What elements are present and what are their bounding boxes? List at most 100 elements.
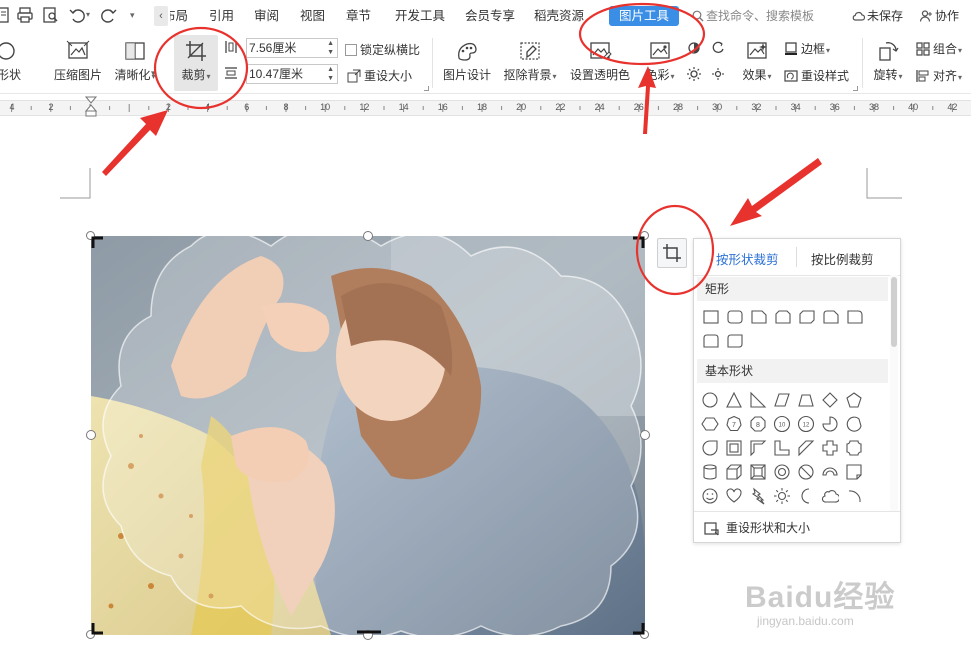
crop-corner-top-left[interactable] — [91, 236, 103, 248]
selected-picture[interactable] — [91, 236, 645, 635]
resize-handle-right[interactable] — [640, 430, 650, 440]
unsaved-button[interactable]: 未保存 — [851, 6, 903, 26]
crop-button[interactable]: 裁剪▾ — [174, 40, 218, 83]
collaborate-button[interactable]: 协作 — [919, 6, 959, 26]
print-preview-icon[interactable] — [42, 6, 60, 24]
group-button[interactable]: 组合▾ — [916, 40, 962, 57]
tab-docer-resources[interactable]: 稻壳资源 — [534, 0, 584, 32]
shape-dodecagon[interactable]: 12 — [797, 415, 815, 433]
tab-layout[interactable]: 布局 — [170, 0, 188, 32]
shape-snip-round-rectangle[interactable] — [822, 308, 840, 326]
reset-shape-size-button[interactable]: 重设形状和大小 — [704, 519, 810, 536]
crop-corner-top-right[interactable] — [633, 236, 645, 248]
redo-icon[interactable] — [100, 6, 118, 24]
picture-design-button[interactable]: 图片设计 — [440, 40, 494, 83]
color-button[interactable]: 色彩▾ — [642, 40, 678, 83]
lock-aspect-ratio-checkbox[interactable]: 锁定纵横比 — [345, 41, 420, 58]
shape-round-diagonal-rectangle[interactable] — [726, 332, 744, 350]
shape-cube[interactable] — [725, 463, 743, 481]
width-input[interactable]: 7.56厘米 ▲ ▼ — [246, 38, 338, 58]
shape-smiley-face[interactable] — [701, 487, 719, 505]
resize-handle-left[interactable] — [86, 430, 96, 440]
shape-decagon[interactable]: 10 — [773, 415, 791, 433]
tab-view[interactable]: 视图 — [300, 0, 325, 32]
shape-pie[interactable] — [821, 415, 839, 433]
shape-diagonal-stripe[interactable] — [797, 439, 815, 457]
undo-dropdown-icon[interactable]: ▾ — [86, 6, 96, 24]
shape-can[interactable] — [701, 463, 719, 481]
contrast-increase-icon[interactable] — [710, 40, 729, 56]
reset-style-button[interactable]: 重设样式 — [784, 67, 849, 84]
shape-hexagon[interactable] — [701, 415, 719, 433]
width-stepper[interactable]: ▲ ▼ — [327, 39, 334, 57]
brightness-decrease-icon[interactable] — [686, 66, 705, 82]
shape-round-corner-rectangle[interactable] — [846, 308, 864, 326]
tab-crop-by-shape[interactable]: 按形状裁剪 — [716, 249, 779, 268]
tab-member[interactable]: 会员专享 — [465, 0, 515, 32]
shape-frame[interactable] — [725, 439, 743, 457]
floating-crop-button[interactable] — [657, 238, 687, 268]
shape-pentagon[interactable] — [845, 391, 863, 409]
shape-right-triangle[interactable] — [749, 391, 767, 409]
shape-round-same-side-rectangle[interactable] — [702, 332, 720, 350]
shape-plaque[interactable] — [845, 439, 863, 457]
horizontal-ruler[interactable]: 4 2 2 4 6 8 10 12 14 16 18 20 22 24 26 28 30 32 34 36 38 40 42 — [0, 96, 971, 122]
shape-octagon[interactable]: 8 — [749, 415, 767, 433]
reset-size-button[interactable]: 重设大小 — [347, 67, 412, 84]
shape-triangle[interactable] — [725, 391, 743, 409]
border-button[interactable]: 边框▾ — [784, 40, 830, 57]
compress-picture-button[interactable]: 压缩图片 — [52, 40, 104, 83]
shape-snip-diagonal-rectangle[interactable] — [798, 308, 816, 326]
shape-no-symbol[interactable] — [797, 463, 815, 481]
brightness-increase-icon[interactable] — [686, 40, 705, 56]
shape-cloud[interactable] — [821, 487, 839, 505]
tabs-scroll-left-button[interactable]: ‹ — [154, 6, 168, 26]
sharpen-dropdown-icon[interactable]: ▾ — [151, 68, 156, 79]
effect-button[interactable]: 效果▾ — [738, 40, 776, 83]
shape-lightning-bolt[interactable] — [749, 487, 767, 505]
print-icon[interactable] — [16, 6, 34, 24]
crop-corner-bottom-right[interactable] — [633, 623, 645, 635]
document-icon[interactable] — [0, 6, 14, 24]
shape-moon[interactable] — [797, 487, 815, 505]
tab-crop-by-ratio[interactable]: 按比例裁剪 — [811, 249, 874, 268]
shape-rounded-rectangle[interactable] — [726, 308, 744, 326]
shape-sun[interactable] — [773, 487, 791, 505]
tab-developer[interactable]: 开发工具 — [395, 0, 445, 32]
height-input[interactable]: 10.47厘米 ▲ ▼ — [246, 64, 338, 84]
shape-button[interactable]: 形状▾ — [0, 40, 32, 83]
crop-corner-bottom-left[interactable] — [91, 623, 103, 635]
shape-parallelogram[interactable] — [773, 391, 791, 409]
shape-chord[interactable] — [845, 415, 863, 433]
shape-donut[interactable] — [773, 463, 791, 481]
size-group-dialog-launcher[interactable] — [424, 86, 429, 91]
align-button[interactable]: 对齐▾ — [916, 67, 962, 84]
undo-icon[interactable] — [68, 6, 86, 24]
shape-teardrop[interactable] — [701, 439, 719, 457]
shape-heart[interactable] — [725, 487, 743, 505]
shape-oval[interactable] — [701, 391, 719, 409]
tab-references[interactable]: 引用 — [209, 0, 234, 32]
shape-bevel[interactable] — [749, 463, 767, 481]
height-stepper[interactable]: ▲ ▼ — [327, 65, 334, 83]
shape-l-shape[interactable] — [773, 439, 791, 457]
checkbox-box[interactable] — [345, 44, 357, 56]
shape-heptagon[interactable]: 7 — [725, 415, 743, 433]
set-transparent-color-button[interactable]: 设置透明色 — [568, 40, 632, 83]
indent-marker-icon[interactable] — [85, 96, 97, 118]
shape-snip-same-side-rectangle[interactable] — [774, 308, 792, 326]
tab-chapter[interactable]: 章节 — [346, 0, 371, 32]
crop-edge-bottom[interactable] — [357, 629, 381, 635]
panel-scroll-thumb[interactable] — [891, 277, 897, 347]
shape-block-arc[interactable] — [821, 463, 839, 481]
shape-diamond[interactable] — [821, 391, 839, 409]
remove-background-button[interactable]: 抠除背景▾ — [500, 40, 560, 83]
command-search[interactable]: 查找命令、搜索模板 — [692, 6, 814, 26]
shape-half-frame[interactable] — [749, 439, 767, 457]
shape-cross[interactable] — [821, 439, 839, 457]
shape-snip-corner-rectangle[interactable] — [750, 308, 768, 326]
style-group-dialog-launcher[interactable] — [853, 86, 858, 91]
shape-rectangle[interactable] — [702, 308, 720, 326]
shape-trapezoid[interactable] — [797, 391, 815, 409]
rotate-button[interactable]: 旋转▾ — [868, 40, 908, 83]
